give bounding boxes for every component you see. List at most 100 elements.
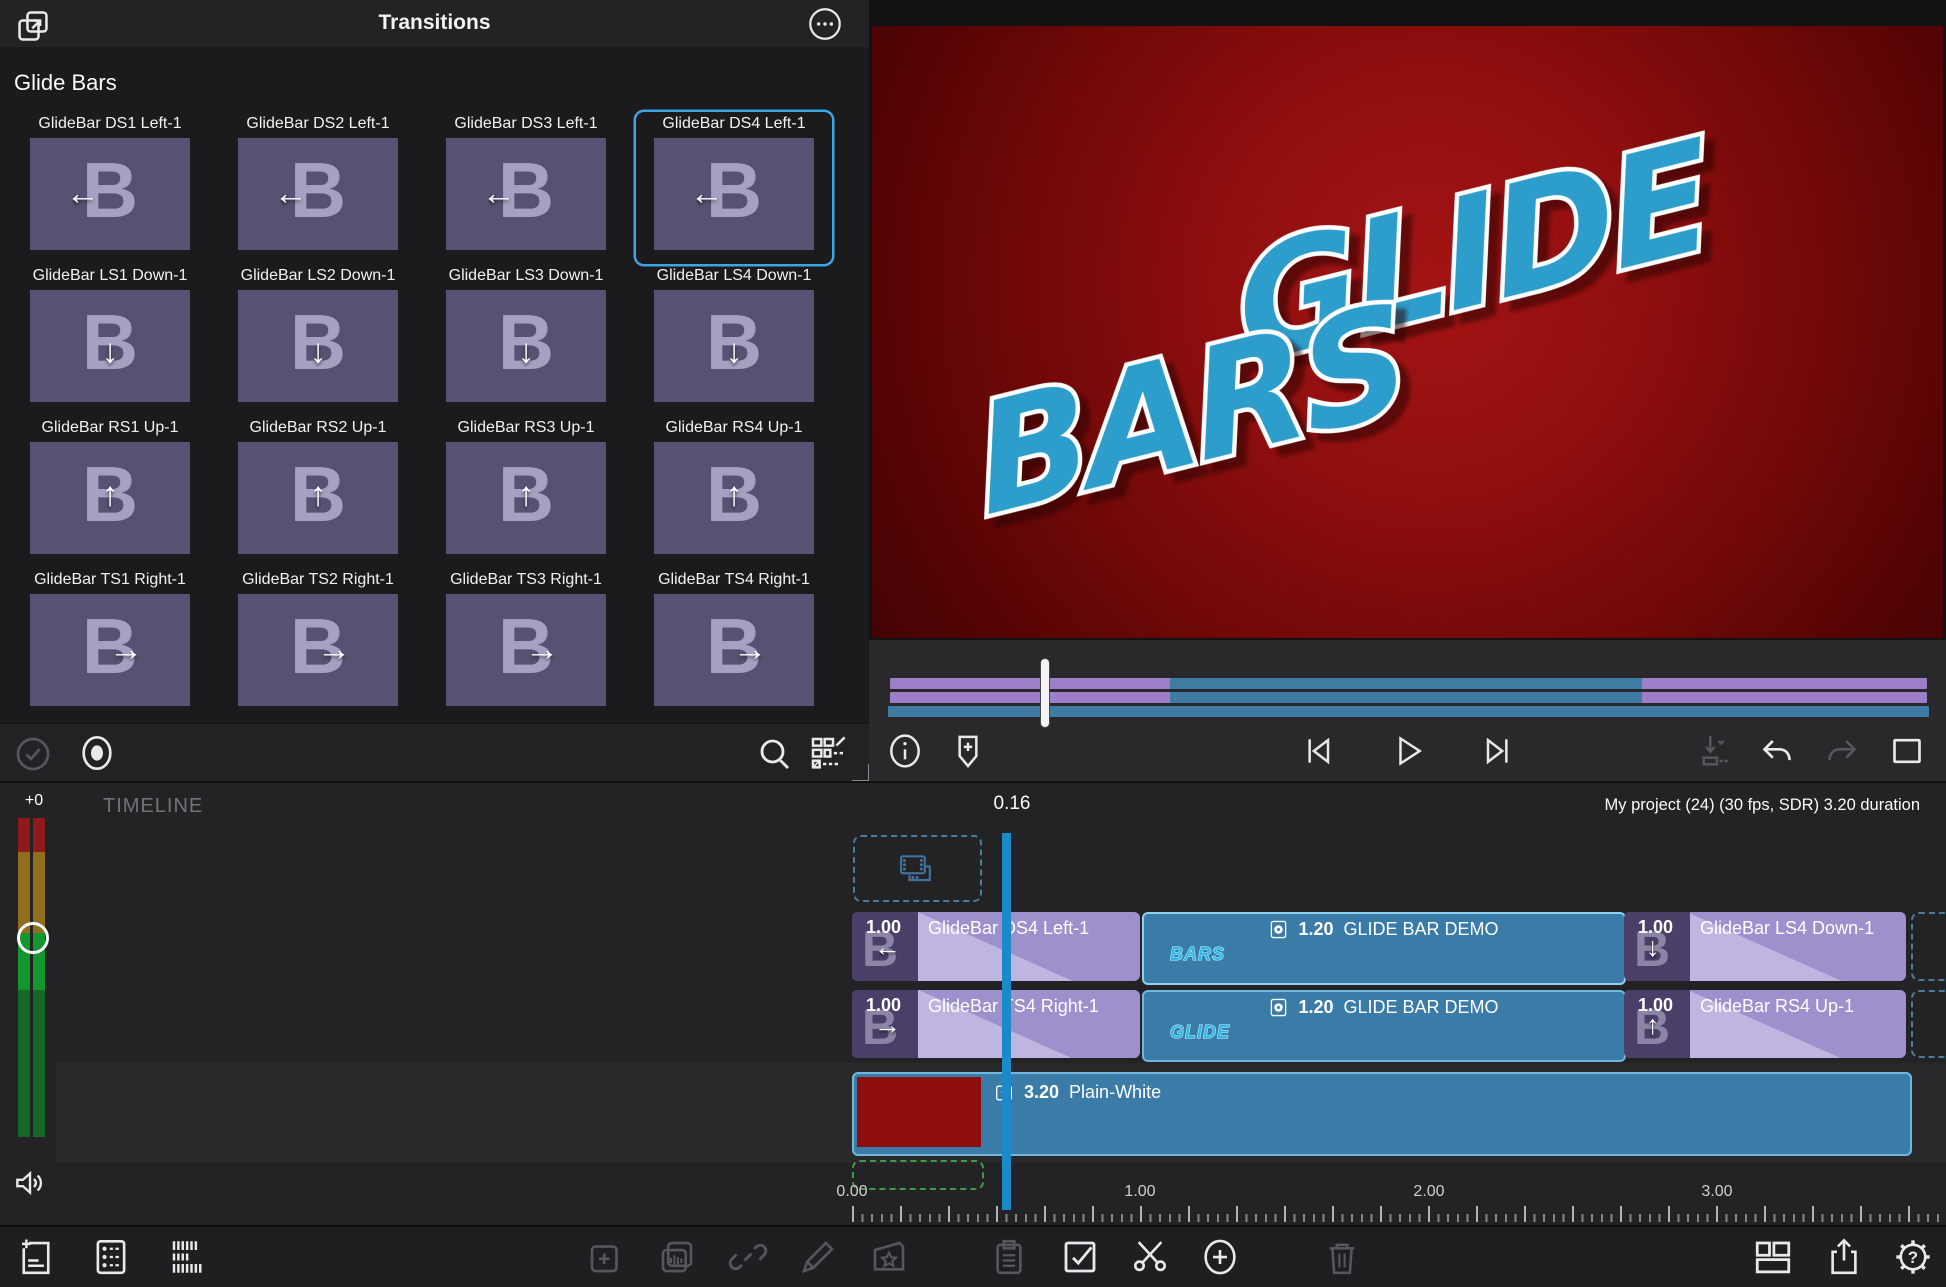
- effects-star-icon: [868, 1236, 910, 1278]
- transition-item-label: GlideBar DS2 Left-1: [220, 112, 416, 136]
- transition-item[interactable]: GlideBar LS2 Down-1 B ↓: [220, 264, 416, 416]
- transition-clip-ts4-right[interactable]: B → 1.00 GlideBar TS4 Right-1: [852, 990, 1140, 1058]
- go-to-start-button[interactable]: [1298, 731, 1338, 771]
- info-icon: [885, 731, 925, 771]
- transition-thumbnail: B ↓: [238, 290, 398, 402]
- audio-mixer-button[interactable]: [167, 1236, 209, 1278]
- timeline-playhead[interactable]: [1002, 833, 1011, 1210]
- ruler-label-3: 3.00: [1701, 1183, 1732, 1201]
- transition-item-label: GlideBar TS1 Right-1: [12, 568, 208, 592]
- transition-clip-ds4-left[interactable]: B ← 1.00 GlideBar DS4 Left-1: [852, 912, 1140, 981]
- transition-item[interactable]: GlideBar RS4 Up-1 B ↑: [636, 416, 832, 568]
- delete-clip-button[interactable]: [1321, 1236, 1363, 1278]
- arrow-up-icon: ↑: [102, 475, 119, 514]
- transition-clip-ls4-down[interactable]: B ↓ 1.00 GlideBar LS4 Down-1: [1624, 912, 1906, 981]
- panel-more-button[interactable]: [806, 5, 844, 43]
- arrow-left-icon: ←: [482, 175, 516, 214]
- transition-thumbnail: B ↓: [30, 290, 190, 402]
- transition-item[interactable]: GlideBar RS2 Up-1 B ↑: [220, 416, 416, 568]
- project-list-icon: [90, 1236, 132, 1278]
- play-button[interactable]: [1388, 731, 1428, 771]
- clip-info-button[interactable]: [885, 731, 925, 771]
- video-editor-app: Transitions Glide Bars GlideBar DS1 Left…: [0, 0, 1946, 1287]
- go-to-end-button[interactable]: [1478, 731, 1518, 771]
- transition-item[interactable]: GlideBar LS4 Down-1 B ↓: [636, 264, 832, 416]
- transition-item[interactable]: GlideBar TS3 Right-1 B →: [428, 568, 624, 720]
- video-clip-glide-bar-demo-1[interactable]: 1.20 GLIDE BAR DEMO BARS: [1142, 912, 1626, 985]
- help-settings-button[interactable]: ?: [1892, 1236, 1934, 1278]
- category-title: Glide Bars: [14, 70, 117, 96]
- transition-thumbnail: B ↑: [654, 442, 814, 554]
- transition-thumbnail: B ↓: [654, 290, 814, 402]
- transition-item[interactable]: GlideBar RS3 Up-1 B ↑: [428, 416, 624, 568]
- timeline-ruler[interactable]: [852, 1206, 1946, 1222]
- transition-item[interactable]: GlideBar LS3 Down-1 B ↓: [428, 264, 624, 416]
- track2-empty-slot: [1911, 990, 1946, 1058]
- insert-overwrite-button[interactable]: [1692, 731, 1732, 771]
- transition-thumbnail: B ↓: [446, 290, 606, 402]
- transition-clip-rs4-up[interactable]: B ↑ 1.00 GlideBar RS4 Up-1: [1624, 990, 1906, 1058]
- transition-item[interactable]: GlideBar RS1 Up-1 B ↑: [12, 416, 208, 568]
- volume-knob[interactable]: [17, 922, 49, 954]
- transition-item[interactable]: GlideBar TS4 Right-1 B →: [636, 568, 832, 720]
- edit-clip-button[interactable]: [797, 1236, 839, 1278]
- fullscreen-button[interactable]: [1887, 731, 1927, 771]
- detach-audio-button[interactable]: [656, 1236, 698, 1278]
- transitions-panel-header: Transitions: [0, 0, 869, 47]
- arrow-down-icon: ↓: [102, 332, 119, 371]
- insert-down-icon: [1692, 731, 1732, 771]
- view-options-button[interactable]: [808, 734, 848, 774]
- paste-button[interactable]: [988, 1236, 1030, 1278]
- audio-meter-left: [18, 818, 30, 1137]
- timeline-label: TIMELINE: [103, 795, 203, 818]
- confirm-selection-button[interactable]: [13, 734, 53, 774]
- arrow-left-icon: ←: [274, 175, 308, 214]
- mute-button[interactable]: [11, 1164, 49, 1202]
- skip-back-icon: [1298, 731, 1338, 771]
- layout-button[interactable]: [1752, 1236, 1794, 1278]
- effects-button[interactable]: [868, 1236, 910, 1278]
- transition-item[interactable]: GlideBar DS1 Left-1 B ←: [12, 112, 208, 264]
- transition-item[interactable]: GlideBar DS3 Left-1 B ←: [428, 112, 624, 264]
- video-clip-glide-bar-demo-2[interactable]: 1.20 GLIDE BAR DEMO GLIDE: [1142, 990, 1626, 1062]
- transition-thumbnail: B ↑: [30, 442, 190, 554]
- transition-item-label: GlideBar LS1 Down-1: [12, 264, 208, 288]
- project-manager-button[interactable]: [90, 1236, 132, 1278]
- transition-item-label: GlideBar RS2 Up-1: [220, 416, 416, 440]
- ruler-label-1: 1.00: [1124, 1183, 1155, 1201]
- layout-icon: [1752, 1236, 1794, 1278]
- transitions-grid: GlideBar DS1 Left-1 B ← GlideBar DS2 Lef…: [12, 112, 844, 720]
- link-clips-button[interactable]: [727, 1236, 769, 1278]
- check-circle-icon: [13, 734, 53, 774]
- link-icon: [727, 1236, 769, 1278]
- clipboard-icon: [988, 1236, 1030, 1278]
- share-icon: [1823, 1236, 1865, 1278]
- add-clip-button[interactable]: [1199, 1236, 1241, 1278]
- fullscreen-icon: [1887, 731, 1927, 771]
- overview-playhead[interactable]: [1041, 659, 1049, 727]
- plus-circle-icon: [1199, 1236, 1241, 1278]
- undo-button[interactable]: [1757, 731, 1797, 771]
- redo-button[interactable]: [1822, 731, 1862, 771]
- panel-resize-handle[interactable]: [852, 764, 870, 782]
- search-button[interactable]: [755, 734, 795, 774]
- split-clip-button[interactable]: [1129, 1236, 1171, 1278]
- clip-duration: 1.20: [1298, 997, 1333, 1018]
- arrow-right-icon: →: [733, 631, 767, 670]
- media-clip-plain-white[interactable]: 3.20 Plain-White: [852, 1072, 1912, 1156]
- preview-transition-button[interactable]: [77, 733, 117, 773]
- transition-item[interactable]: GlideBar LS1 Down-1 B ↓: [12, 264, 208, 416]
- add-overlay-button[interactable]: [585, 1236, 627, 1278]
- transition-item[interactable]: GlideBar DS2 Left-1 B ←: [220, 112, 416, 264]
- transition-thumbnail: B ↑: [238, 442, 398, 554]
- transition-item-selected[interactable]: GlideBar DS4 Left-1 B ←: [636, 112, 832, 264]
- multi-select-button[interactable]: [1059, 1236, 1101, 1278]
- add-marker-button[interactable]: [948, 731, 988, 771]
- ellipsis-icon: [806, 5, 844, 43]
- transition-item[interactable]: GlideBar TS1 Right-1 B →: [12, 568, 208, 720]
- transition-thumbnail: B →: [446, 594, 606, 706]
- share-button[interactable]: [1823, 1236, 1865, 1278]
- transition-item[interactable]: GlideBar TS2 Right-1 B →: [220, 568, 416, 720]
- new-project-button[interactable]: [15, 1236, 57, 1278]
- preview-panel: GLIDE BARS: [869, 0, 1946, 640]
